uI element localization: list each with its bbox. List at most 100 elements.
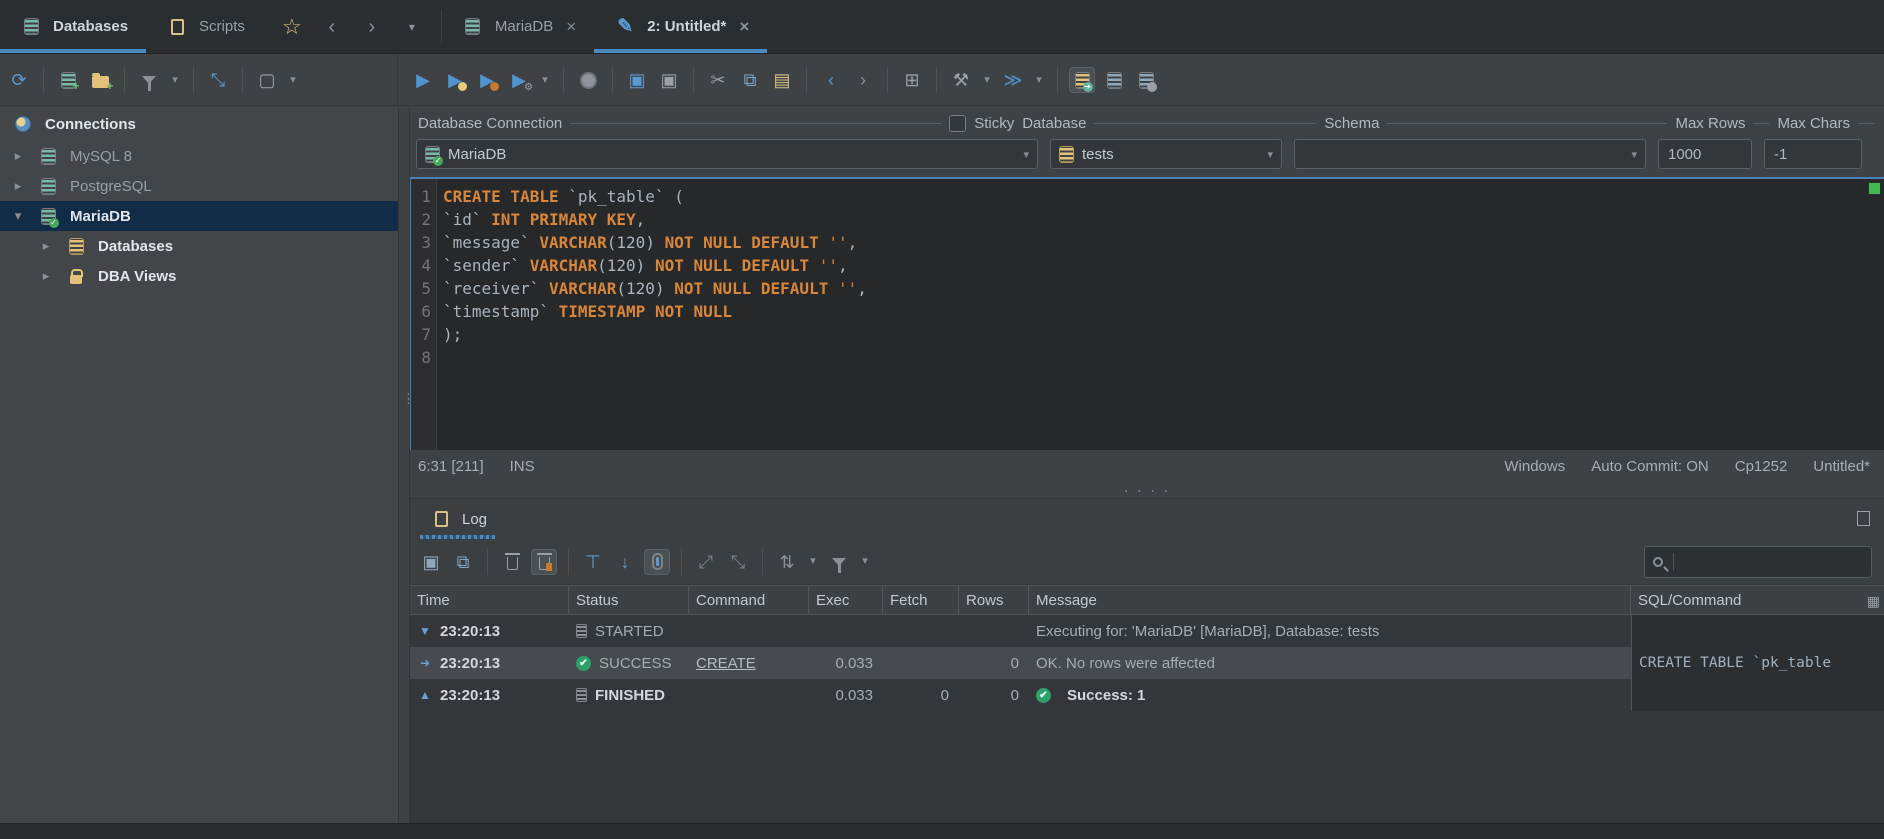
maximize-panel-icon[interactable] — [1857, 511, 1870, 526]
transfer-button[interactable]: ≫ — [1000, 67, 1026, 93]
sql-code[interactable]: CREATE TABLE `pk_table` (`id` INT PRIMAR… — [437, 179, 867, 450]
back-button[interactable]: ‹ — [818, 67, 844, 93]
clear-log-button[interactable] — [499, 549, 525, 575]
tree-item-databases[interactable]: ▸ Databases — [0, 231, 398, 261]
execute-caret[interactable]: ▾ — [538, 67, 552, 93]
execute-in-new-tab-button[interactable]: ▶ — [442, 67, 468, 93]
column-header-sql-command[interactable]: SQL/Command ▦ — [1631, 586, 1884, 614]
row-expander-icon[interactable]: ▲ — [417, 688, 433, 702]
column-header-fetch[interactable]: Fetch — [883, 586, 959, 614]
column-header-status[interactable]: Status — [569, 586, 689, 614]
column-header-exec[interactable]: Exec — [809, 586, 883, 614]
configure-view-button[interactable]: ▢ — [254, 67, 280, 93]
tree-expander-icon[interactable]: ▸ — [10, 148, 26, 164]
command-link[interactable]: CREATE — [696, 655, 756, 672]
column-header-rows[interactable]: Rows — [959, 586, 1029, 614]
expand-all-button[interactable]: ⤢ — [693, 549, 719, 575]
scroll-lock-button[interactable] — [644, 548, 670, 575]
execute-with-settings-button[interactable]: ▶ ⚙ — [506, 67, 533, 93]
tree-expander-icon[interactable]: ▾ — [10, 208, 26, 224]
export-result-button[interactable]: ➔ — [1069, 67, 1095, 93]
transfer-caret[interactable]: ▾ — [1032, 67, 1046, 93]
tree-expander-icon[interactable]: ▸ — [38, 238, 54, 254]
forward-button[interactable]: › — [850, 67, 876, 93]
part-tab-databases[interactable]: Databases — [0, 0, 147, 53]
scroll-to-start-button[interactable]: ⊤ — [580, 549, 606, 575]
save-button[interactable]: ▣ — [624, 67, 650, 93]
sticky-checkbox[interactable] — [949, 114, 967, 132]
horizontal-splitter[interactable]: · · · · — [410, 482, 1884, 499]
max-rows-input[interactable]: 1000 — [1658, 139, 1752, 169]
part-tab-scripts[interactable]: Scripts — [146, 0, 263, 53]
save-log-button[interactable]: ▣ — [418, 549, 444, 575]
connections-root[interactable]: Connections — [0, 107, 398, 141]
log-exec: 0.033 — [835, 686, 873, 704]
max-chars-input[interactable]: -1 — [1764, 139, 1862, 169]
close-tab-icon[interactable]: × — [739, 17, 749, 37]
schema-combo[interactable]: ▾ — [1294, 139, 1646, 169]
log-status: FINISHED — [595, 686, 666, 704]
history-back-icon[interactable]: ‹ — [319, 14, 345, 40]
stop-button[interactable] — [575, 67, 601, 93]
tree-item-postgresql[interactable]: ▸ PostgreSQL — [0, 171, 398, 201]
filter-log-caret[interactable]: ▾ — [858, 549, 872, 575]
mapping-button[interactable] — [1133, 67, 1159, 93]
editor-tab-untitled[interactable]: ✎ 2: Untitled* × — [594, 0, 768, 53]
log-table: Time Status Command Exec Fetch Rows Message SQL… — [410, 585, 1884, 823]
tree-item-mysql-8[interactable]: ▸ MySQL 8 — [0, 141, 398, 171]
tree-item-dba-views[interactable]: ▸ DBA Views — [0, 261, 398, 291]
tree-item-mariadb[interactable]: ▾ ✓ MariaDB — [0, 201, 398, 231]
execute-statement-button[interactable]: ▶ — [410, 67, 436, 93]
paste-button[interactable]: ▤ — [769, 67, 795, 93]
wrap-caret[interactable]: ▾ — [806, 549, 820, 575]
filter-caret[interactable]: ▾ — [168, 67, 182, 93]
log-tab[interactable]: Log — [420, 499, 496, 539]
chevron-down-icon: ▾ — [1023, 148, 1029, 161]
execute-script-button[interactable]: ▶ — [474, 67, 500, 93]
scroll-to-end-button[interactable]: ↓ — [612, 549, 638, 575]
log-row[interactable]: ▲ 23:20:13 FINISHED 0.033 0 0 ✔ Success: 1 — [410, 679, 1884, 711]
column-header-message[interactable]: Message — [1029, 586, 1631, 614]
log-row[interactable]: ➜ 23:20:13 ✔ SUCCESS CREATE 0.033 0 OK. No rows… — [410, 647, 1884, 679]
er-diagram-button[interactable]: ⊞ — [899, 67, 925, 93]
row-expander-icon[interactable]: ▼ — [417, 624, 433, 638]
log-tab-icon — [428, 506, 454, 532]
encoding-indicator[interactable]: Cp1252 — [1735, 458, 1788, 475]
connection-combo[interactable]: ✓ MariaDB ▾ — [416, 139, 1038, 169]
vertical-splitter[interactable]: ⋮⋮ — [398, 107, 426, 823]
row-expander-icon[interactable]: ➜ — [417, 656, 433, 670]
view-caret[interactable]: ▾ — [286, 67, 300, 93]
editor-tab-mariadb[interactable]: MariaDB × — [442, 0, 594, 53]
wrap-lines-button[interactable]: ⇅ — [774, 549, 800, 575]
history-forward-icon[interactable]: › — [359, 14, 385, 40]
database-combo[interactable]: tests ▾ — [1050, 139, 1282, 169]
tools-caret[interactable]: ▾ — [980, 67, 994, 93]
copy-log-button[interactable]: ⧉ — [450, 549, 476, 575]
tree-expander-icon[interactable]: ▸ — [10, 178, 26, 194]
refresh-button[interactable]: ⟳ — [6, 67, 32, 93]
cut-button[interactable]: ✂ — [705, 67, 731, 93]
filter-connections-button[interactable] — [136, 67, 162, 93]
copy-button[interactable]: ⧉ — [737, 67, 763, 93]
save-as-button[interactable]: ▣ — [656, 67, 682, 93]
filter-log-button[interactable] — [826, 549, 852, 575]
log-search-box[interactable] — [1644, 546, 1872, 578]
column-header-command[interactable]: Command — [689, 586, 809, 614]
tab-list-chevron-icon[interactable]: ▾ — [399, 14, 425, 40]
new-folder-button[interactable]: + — [87, 67, 114, 93]
grid-options-icon[interactable]: ▦ — [1867, 593, 1880, 610]
collapse-all-log-button[interactable]: ⤡ — [725, 549, 751, 575]
tools-button[interactable]: ⚒ — [948, 67, 974, 93]
collapse-all-button[interactable]: ⤡ — [205, 67, 231, 93]
auto-commit-indicator[interactable]: Auto Commit: ON — [1591, 458, 1709, 475]
save-to-database-button[interactable] — [1101, 67, 1127, 93]
favorites-star-icon[interactable]: ☆ — [279, 14, 305, 40]
line-ending-indicator[interactable]: Windows — [1504, 458, 1565, 475]
sql-editor[interactable]: 1 2 3 4 5 6 7 8 CREATE TABLE `pk_table` (`id` I… — [410, 177, 1884, 450]
log-row[interactable]: ▼ 23:20:13 STARTED Executing for: 'MariaDB'… — [410, 615, 1884, 647]
close-tab-icon[interactable]: × — [566, 17, 576, 37]
clear-log-settings-button[interactable] — [531, 548, 557, 575]
tree-expander-icon[interactable]: ▸ — [38, 268, 54, 284]
new-connection-button[interactable]: + — [55, 67, 81, 93]
column-header-time[interactable]: Time — [410, 586, 569, 614]
